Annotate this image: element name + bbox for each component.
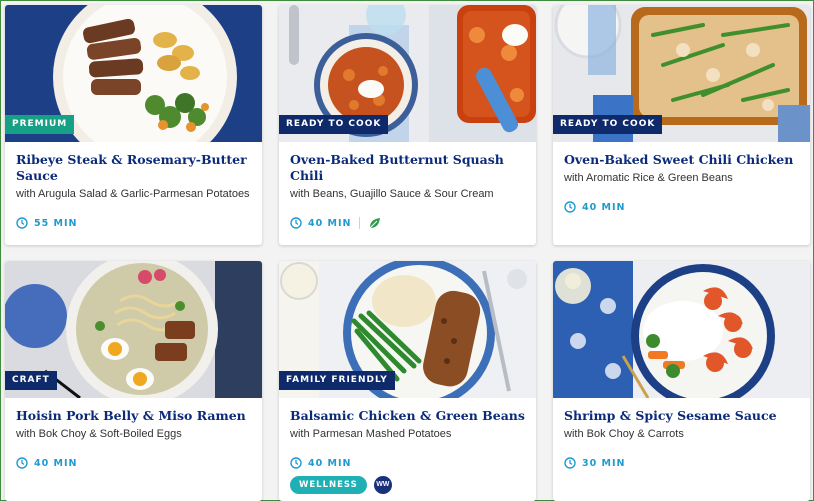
recipe-title[interactable]: Oven-Baked Sweet Chili Chicken	[564, 152, 799, 168]
recipe-meta: 40 MIN	[290, 215, 525, 231]
recipe-meta: 55 MIN	[16, 215, 251, 231]
recipe-grid: PREMIUM Ribeye Steak & Rosemary-Butter S…	[5, 5, 810, 501]
cook-time: 55 MIN	[34, 217, 78, 229]
recipe-meta: 40 MIN	[16, 455, 251, 471]
recipe-photo[interactable]: FAMILY FRIENDLY	[279, 261, 536, 398]
cook-time: 40 MIN	[34, 457, 78, 469]
recipe-tag: READY TO COOK	[279, 115, 389, 134]
recipe-title[interactable]: Oven-Baked Butternut Squash Chili	[290, 152, 525, 184]
recipe-tag: READY TO COOK	[553, 115, 663, 134]
recipe-card[interactable]: CRAFT Hoisin Pork Belly & Miso Ramen wit…	[5, 261, 262, 501]
recipe-card[interactable]: READY TO COOK Oven-Baked Sweet Chili Chi…	[553, 5, 810, 245]
clock-icon	[290, 457, 302, 469]
recipe-subtitle: with Bok Choy & Carrots	[564, 428, 684, 440]
recipe-card[interactable]: PREMIUM Ribeye Steak & Rosemary-Butter S…	[5, 5, 262, 245]
recipe-title[interactable]: Ribeye Steak & Rosemary-Butter Sauce	[16, 152, 251, 184]
recipe-meta: 40 MIN	[564, 199, 799, 215]
recipe-subtitle: with Parmesan Mashed Potatoes	[290, 428, 452, 440]
recipe-photo[interactable]: READY TO COOK	[279, 5, 536, 142]
cook-time: 40 MIN	[308, 457, 352, 469]
recipe-title[interactable]: Hoisin Pork Belly & Miso Ramen	[16, 408, 251, 424]
recipe-badges: WELLNESS WW	[290, 476, 392, 494]
recipe-tag: PREMIUM	[5, 115, 75, 134]
recipe-subtitle: with Bok Choy & Soft-Boiled Eggs	[16, 428, 182, 440]
wellness-badge: WELLNESS	[290, 476, 367, 494]
clock-icon	[290, 217, 302, 229]
cook-time: 40 MIN	[582, 201, 626, 213]
recipe-title[interactable]: Shrimp & Spicy Sesame Sauce	[564, 408, 799, 424]
ww-badge: WW	[373, 476, 392, 494]
recipe-card[interactable]: READY TO COOK Oven-Baked Butternut Squas…	[279, 5, 536, 245]
recipe-subtitle: with Beans, Guajillo Sauce & Sour Cream	[290, 188, 494, 200]
clock-icon	[564, 201, 576, 213]
leaf-icon	[370, 217, 381, 228]
recipe-photo[interactable]: PREMIUM	[5, 5, 262, 142]
recipe-title[interactable]: Balsamic Chicken & Green Beans	[290, 408, 525, 424]
recipe-card[interactable]: Shrimp & Spicy Sesame Sauce with Bok Cho…	[553, 261, 810, 501]
recipe-meta: 40 MIN	[290, 455, 525, 471]
recipe-tag: FAMILY FRIENDLY	[279, 371, 395, 390]
recipe-tag: CRAFT	[5, 371, 57, 390]
clock-icon	[564, 457, 576, 469]
recipe-photo[interactable]: READY TO COOK	[553, 5, 810, 142]
recipe-subtitle: with Arugula Salad & Garlic-Parmesan Pot…	[16, 188, 250, 200]
cook-time: 30 MIN	[582, 457, 626, 469]
recipe-meta: 30 MIN	[564, 455, 799, 471]
cook-time: 40 MIN	[308, 217, 352, 229]
recipe-grid-frame: PREMIUM Ribeye Steak & Rosemary-Butter S…	[0, 0, 814, 501]
recipe-photo[interactable]	[553, 261, 810, 398]
clock-icon	[16, 217, 28, 229]
recipe-subtitle: with Aromatic Rice & Green Beans	[564, 172, 733, 184]
meta-divider	[359, 217, 361, 229]
clock-icon	[16, 457, 28, 469]
recipe-card[interactable]: FAMILY FRIENDLY Balsamic Chicken & Green…	[279, 261, 536, 501]
recipe-photo[interactable]: CRAFT	[5, 261, 262, 398]
